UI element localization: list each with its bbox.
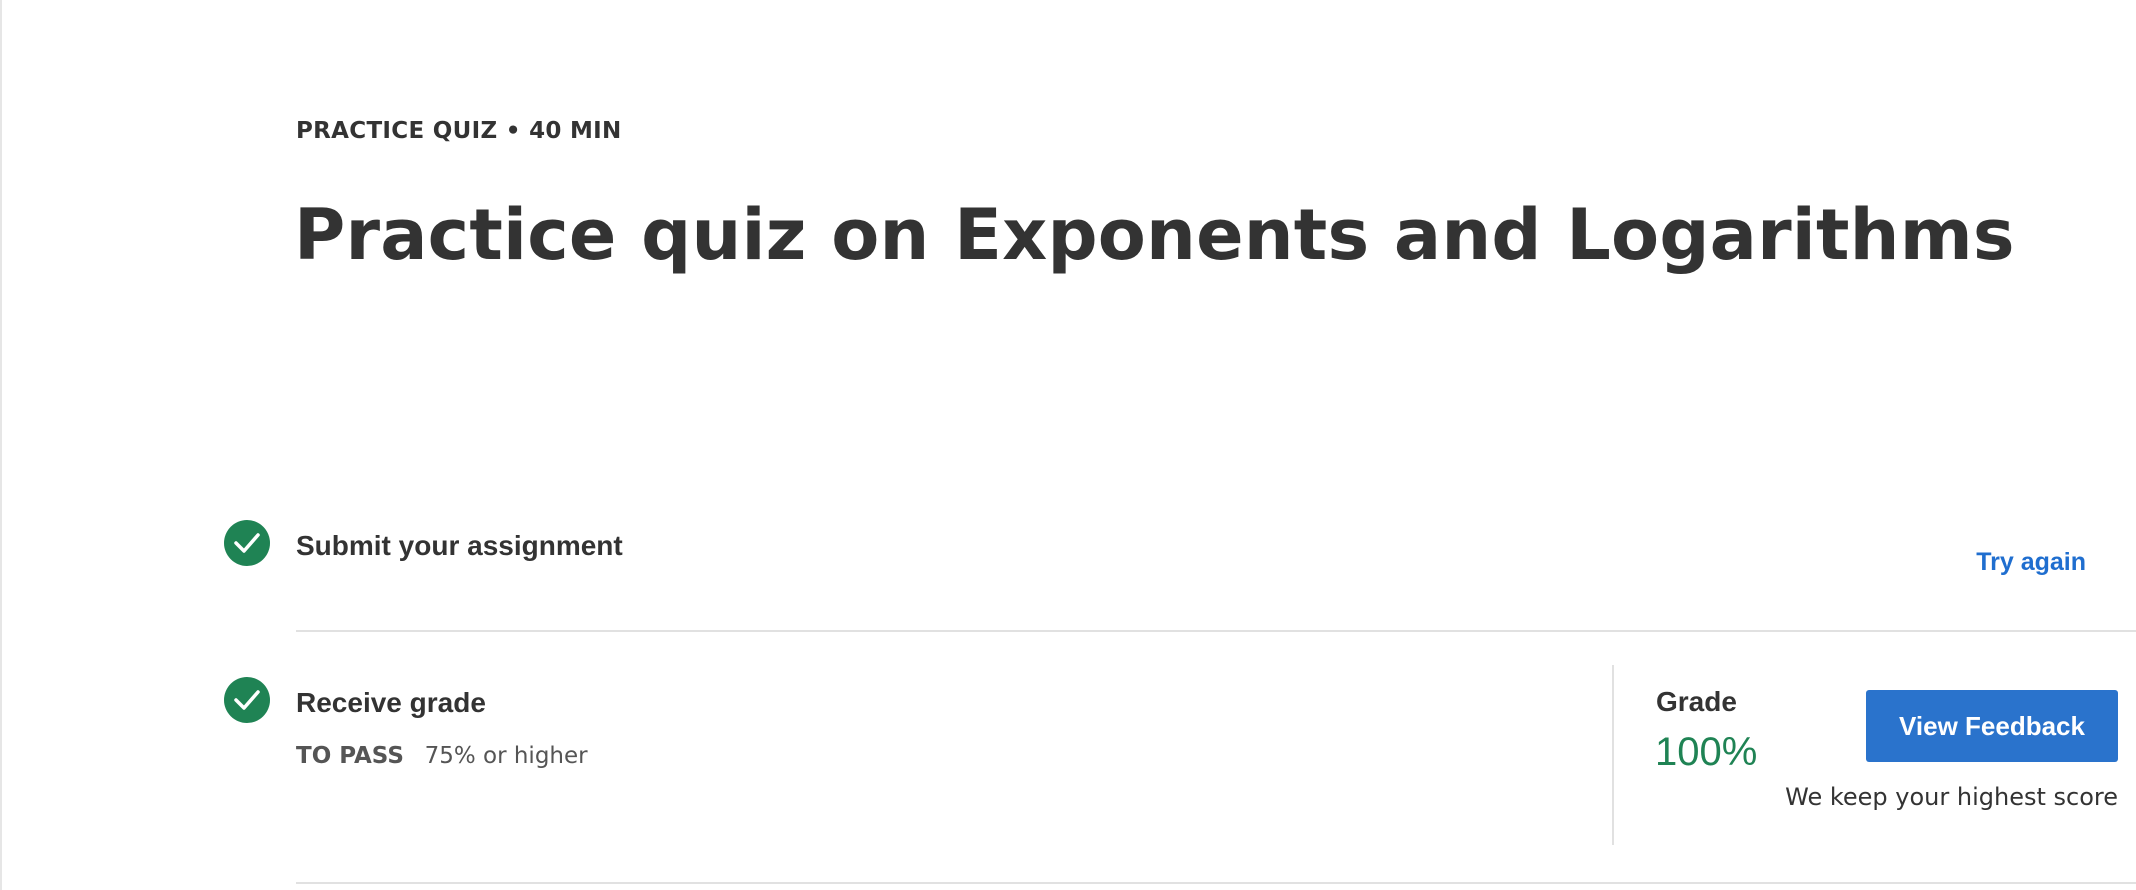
grade-value: 100% <box>1655 730 1758 774</box>
step-divider <box>296 630 2136 632</box>
step-submit-title: Submit your assignment <box>296 530 623 561</box>
checkmark-icon <box>234 533 260 553</box>
grade-label: Grade <box>1656 686 1737 717</box>
try-again-link[interactable]: Try again <box>1976 548 2086 577</box>
step-receive-grade-title: Receive grade <box>296 687 486 718</box>
quiz-meta-label: PRACTICE QUIZ • 40 MIN <box>296 118 622 144</box>
page-title: Practice quiz on Exponents and Logarithm… <box>294 194 2015 276</box>
pass-label: TO PASS <box>296 743 404 769</box>
pass-value: 75% or higher <box>424 743 588 769</box>
highest-score-note: We keep your highest score <box>1785 783 2118 811</box>
checkmark-icon <box>234 690 260 710</box>
view-feedback-button[interactable]: View Feedback <box>1866 690 2118 762</box>
grade-separator <box>1612 665 1614 845</box>
bottom-divider <box>296 882 2136 884</box>
pass-requirement: TO PASS 75% or higher <box>296 742 588 770</box>
check-circle-icon <box>224 677 270 723</box>
check-circle-icon <box>224 520 270 566</box>
page-left-border <box>0 0 2 890</box>
